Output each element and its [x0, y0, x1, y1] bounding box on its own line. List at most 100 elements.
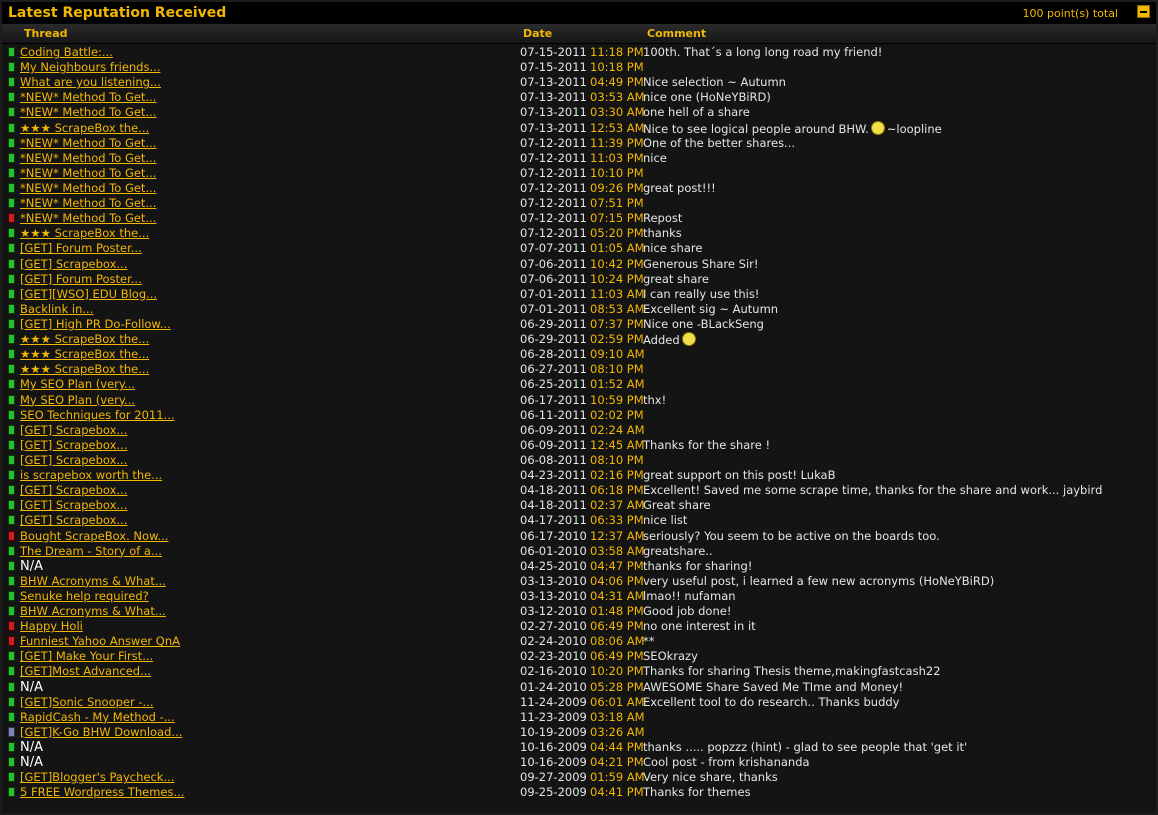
thread-link[interactable]: *NEW* Method To Get...	[20, 90, 156, 105]
collapse-icon[interactable]	[1137, 5, 1150, 18]
thread-link[interactable]: [GET] Scrapebox...	[20, 257, 127, 272]
positive-reputation-icon	[8, 258, 15, 269]
thread-link[interactable]: [GET] Scrapebox...	[20, 423, 127, 438]
row-time: 04:06 PM	[590, 573, 644, 588]
thread-link[interactable]: BHW Acronyms & What...	[20, 574, 166, 589]
positive-reputation-icon	[8, 288, 15, 299]
comment-text: greatshare..	[643, 543, 713, 558]
row-comment: 100th. That´s a long long road my friend…	[643, 45, 882, 60]
positive-reputation-icon	[8, 666, 15, 677]
thread-link[interactable]: [GET]Blogger's Paycheck...	[20, 770, 174, 785]
thread-link[interactable]: [GET] Make Your First...	[20, 649, 153, 664]
thread-link[interactable]: BHW Acronyms & What...	[20, 604, 166, 619]
row-time: 08:53 AM	[590, 301, 645, 316]
thread-link[interactable]: Coding Battle:...	[20, 45, 113, 60]
thread-link[interactable]: Happy Holi	[20, 619, 83, 634]
table-row: BHW Acronyms & What... 03-13-2010 04:06 PM…	[2, 574, 1156, 589]
column-header-comment[interactable]: Comment	[647, 27, 706, 40]
row-comment: one hell of a share	[643, 105, 750, 120]
thread-link[interactable]: [GET][WSO] EDU Blog...	[20, 287, 157, 302]
thread-link[interactable]: Bought ScrapeBox. Now...	[20, 529, 168, 544]
row-date: 07-12-2011	[520, 135, 587, 150]
row-comment: Nice one -BLackSeng	[643, 317, 764, 332]
row-time: 10:42 PM	[590, 256, 644, 271]
thread-link[interactable]: [GET] Scrapebox...	[20, 438, 127, 453]
thread-link[interactable]: My Neighbours friends...	[20, 60, 160, 75]
row-date: 07-13-2011	[520, 75, 587, 90]
thread-link[interactable]: [GET] Scrapebox...	[20, 483, 127, 498]
positive-reputation-icon	[8, 364, 15, 375]
panel-titlebar: Latest Reputation Received 100 point(s) …	[2, 2, 1156, 24]
thread-link[interactable]: The Dream - Story of a...	[20, 544, 162, 559]
row-date: 06-11-2011	[520, 407, 587, 422]
thread-link[interactable]: ★★★ ScrapeBox the...	[20, 332, 149, 347]
table-row: N/A 04-25-2010 04:47 PM thanks for sharing!	[2, 559, 1156, 574]
comment-text: nice share	[643, 241, 703, 256]
positive-reputation-icon	[8, 711, 15, 722]
thread-link[interactable]: ★★★ ScrapeBox the...	[20, 121, 149, 136]
row-time: 04:47 PM	[590, 558, 644, 573]
thread-link[interactable]: ★★★ ScrapeBox the...	[20, 362, 149, 377]
thread-link[interactable]: ★★★ ScrapeBox the...	[20, 226, 149, 241]
thread-link[interactable]: ★★★ ScrapeBox the...	[20, 347, 149, 362]
thread-link[interactable]: [GET] Scrapebox...	[20, 498, 127, 513]
column-header-date[interactable]: Date	[523, 27, 552, 40]
thread-link[interactable]: RapidCash - My Method -...	[20, 710, 175, 725]
row-time: 10:20 PM	[590, 664, 644, 679]
smiley-icon	[870, 120, 885, 135]
row-time: 11:03 AM	[590, 286, 645, 301]
thread-link[interactable]: What are you listening...	[20, 75, 161, 90]
thread-link[interactable]: *NEW* Method To Get...	[20, 211, 156, 226]
thread-link[interactable]: *NEW* Method To Get...	[20, 105, 156, 120]
thread-link[interactable]: *NEW* Method To Get...	[20, 151, 156, 166]
row-date: 06-09-2011	[520, 437, 587, 452]
comment-text: very useful post, i learned a few new ac…	[643, 573, 995, 588]
positive-reputation-icon	[8, 152, 15, 163]
comment-text: one hell of a share	[643, 105, 750, 120]
positive-reputation-icon	[8, 77, 15, 88]
thread-link[interactable]: [GET] Forum Poster...	[20, 272, 142, 287]
table-row: [GET]Sonic Snooper -... 11-24-2009 06:01 A…	[2, 695, 1156, 710]
table-row: [GET][WSO] EDU Blog... 07-01-2011 11:03 AM…	[2, 287, 1156, 302]
row-time: 11:03 PM	[590, 150, 644, 165]
thread-link[interactable]: My SEO Plan (very...	[20, 377, 135, 392]
thread-link[interactable]: *NEW* Method To Get...	[20, 196, 156, 211]
table-row: N/A 10-16-2009 04:44 PM thanks ..... popzzz…	[2, 740, 1156, 755]
row-time: 05:20 PM	[590, 226, 644, 241]
thread-link[interactable]: [GET] High PR Do-Follow...	[20, 317, 171, 332]
thread-link[interactable]: [GET] Scrapebox...	[20, 513, 127, 528]
row-comment: Excellent tool to do research.. Thanks b…	[643, 695, 899, 710]
thread-link[interactable]: [GET]Sonic Snooper -...	[20, 695, 154, 710]
thread-link[interactable]: Senuke help required?	[20, 589, 149, 604]
comment-text: Great share	[643, 498, 711, 513]
row-comment: thanks ..... popzzz (hint) - glad to see…	[643, 740, 967, 755]
thread-link[interactable]: Funniest Yahoo Answer QnA	[20, 634, 180, 649]
table-row: N/A 10-16-2009 04:21 PM Cool post - from kr…	[2, 755, 1156, 770]
thread-link[interactable]: [GET] Scrapebox...	[20, 453, 127, 468]
comment-text: Nice one -BLackSeng	[643, 316, 764, 331]
thread-link[interactable]: [GET]Most Advanced...	[20, 664, 151, 679]
thread-link[interactable]: is scrapebox worth the...	[20, 468, 162, 483]
reputation-panel: Latest Reputation Received 100 point(s) …	[0, 0, 1158, 815]
thread-link[interactable]: *NEW* Method To Get...	[20, 136, 156, 151]
positive-reputation-icon	[8, 651, 15, 662]
thread-link[interactable]: My SEO Plan (very...	[20, 393, 135, 408]
column-header-thread[interactable]: Thread	[24, 27, 68, 40]
row-date: 04-23-2011	[520, 468, 587, 483]
row-date: 07-07-2011	[520, 241, 587, 256]
row-date: 07-01-2011	[520, 286, 587, 301]
thread-link[interactable]: Backlink in...	[20, 302, 93, 317]
table-row: *NEW* Method To Get... 07-12-2011 07:51 PM	[2, 196, 1156, 211]
row-comment: thanks for sharing!	[643, 559, 752, 574]
thread-link[interactable]: [GET]K-Go BHW Download...	[20, 725, 182, 740]
thread-link[interactable]: 5 FREE Wordpress Themes...	[20, 785, 184, 800]
row-date: 07-12-2011	[520, 165, 587, 180]
thread-link[interactable]: SEO Techniques for 2011...	[20, 408, 175, 423]
positive-reputation-icon	[8, 500, 15, 511]
thread-link[interactable]: [GET] Forum Poster...	[20, 241, 142, 256]
comment-text: Very nice share, thanks	[643, 770, 778, 785]
thread-link[interactable]: *NEW* Method To Get...	[20, 181, 156, 196]
thread-link[interactable]: *NEW* Method To Get...	[20, 166, 156, 181]
comment-text: 100th. That´s a long long road my friend…	[643, 45, 883, 59]
row-date: 07-12-2011	[520, 226, 587, 241]
